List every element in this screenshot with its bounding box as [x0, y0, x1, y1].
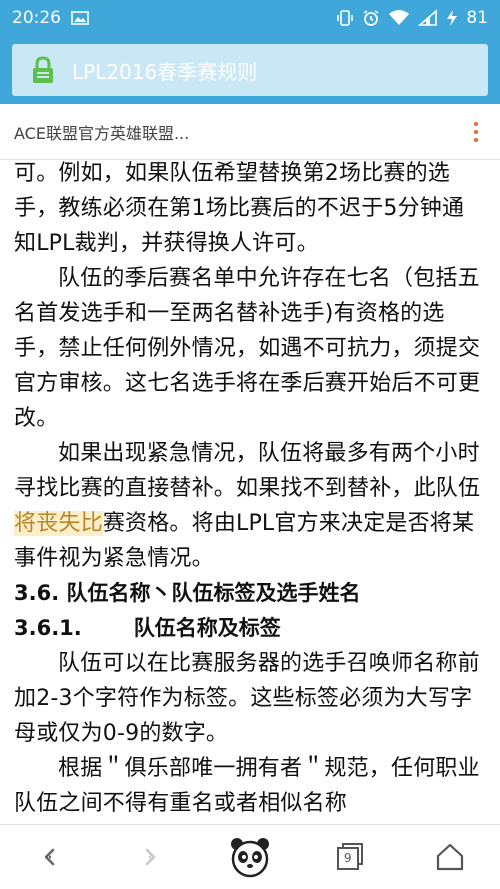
- article-paragraph: 根据＂俱乐部唯一拥有者＂规范，任何职业队伍之间不得有重名或者相似名称: [14, 756, 480, 816]
- article-paragraph: 队伍的季后赛名单中允许存在七名（包括五名首发选手和一至两名替补选手)有资格的选手…: [14, 266, 481, 431]
- wifi-icon: [388, 9, 410, 27]
- lock-icon: [30, 55, 56, 85]
- tabs-button[interactable]: 9: [320, 827, 380, 887]
- chevron-left-icon: [38, 845, 62, 869]
- panda-logo-icon: [228, 835, 272, 879]
- article-paragraph: 队伍可以在比赛服务器的选手召唤师名称前加2-3个字符作为标签。这些标签必须为大写…: [14, 651, 480, 746]
- address-bar[interactable]: LPL2016春季赛规则: [12, 44, 488, 96]
- bottom-nav: 9: [0, 824, 500, 889]
- back-button[interactable]: [20, 827, 80, 887]
- status-bar: 20:26 81: [0, 0, 500, 36]
- charging-icon: [446, 9, 458, 27]
- article-content: 可。例如，如果队伍希望替换第2场比赛的选手，教练必须在第1场比赛后的不迟于5分钟…: [0, 160, 500, 824]
- signal-icon: [418, 9, 438, 27]
- forward-button[interactable]: [120, 827, 180, 887]
- site-header: ACE联盟官方英雄联盟...: [0, 104, 500, 160]
- article-paragraph: 如果出现紧急情况，队伍将最多有两个小时寻找比赛的直接替补。如果找不到替补，此队伍…: [14, 436, 486, 576]
- subsection-heading: 3.6.1. 队伍名称及标签: [14, 611, 486, 646]
- alarm-icon: [362, 9, 380, 27]
- home-logo-button[interactable]: [220, 827, 280, 887]
- home-button[interactable]: [420, 827, 480, 887]
- more-vertical-icon[interactable]: [466, 116, 486, 148]
- tabs-count: 9: [344, 851, 352, 865]
- article-paragraph: 可。例如，如果队伍希望替换第2场比赛的选手，教练必须在第1场比赛后的不迟于5分钟…: [14, 161, 465, 256]
- home-icon: [435, 842, 465, 872]
- subsection-title: 队伍名称及标签: [133, 616, 281, 640]
- chevron-right-icon: [138, 845, 162, 869]
- status-time: 20:26: [12, 8, 61, 28]
- site-name[interactable]: ACE联盟官方英雄联盟...: [14, 120, 189, 144]
- paragraph-text: 如果出现紧急情况，队伍将最多有两个小时寻找比赛的直接替补。如果找不到替补，此队伍: [14, 441, 481, 501]
- section-heading: 3.6. 队伍名称丶队伍标签及选手姓名: [14, 581, 361, 605]
- battery-level: 81: [466, 8, 488, 28]
- subsection-number: 3.6.1.: [14, 616, 82, 640]
- vibrate-icon: [336, 9, 354, 27]
- address-bar-area: LPL2016春季赛规则: [0, 36, 500, 104]
- highlighted-text: 将丧失比: [14, 511, 103, 536]
- tabs-icon: 9: [335, 842, 365, 872]
- page-title: LPL2016春季赛规则: [72, 59, 258, 84]
- image-icon: [71, 11, 89, 25]
